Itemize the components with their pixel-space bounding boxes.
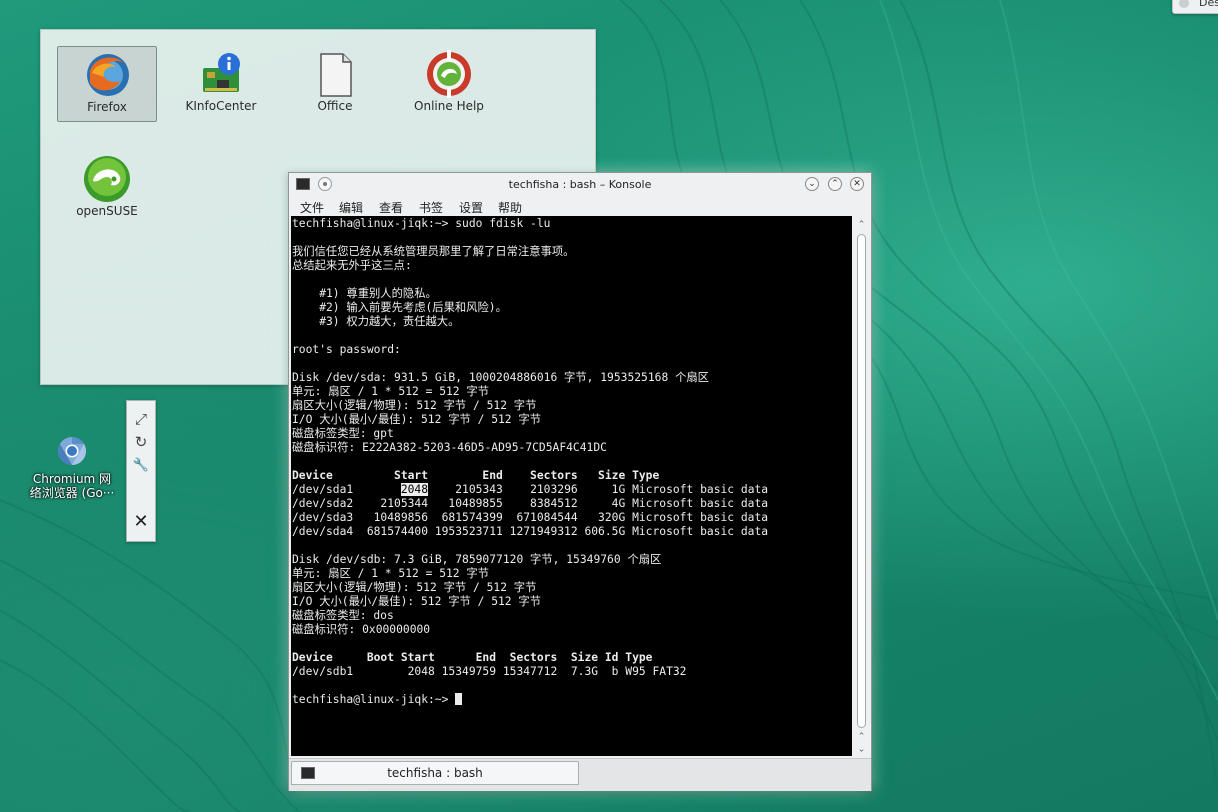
title-bar[interactable]: techfisha : bash – Konsole ⌄ ⌃ ✕ <box>289 173 871 197</box>
selected-text: 2048 <box>400 483 429 496</box>
terminal-output: techfisha@linux-jiqk:~> sudo fdisk -lu 我… <box>292 217 768 707</box>
office-document-icon <box>320 53 352 97</box>
scrollbar-handle[interactable] <box>857 234 866 728</box>
scroll-down-icon[interactable]: ⌃ <box>856 742 867 752</box>
desktop-item-opensuse[interactable]: openSUSE <box>57 151 157 227</box>
opensuse-icon <box>84 156 130 202</box>
konsole-window[interactable]: techfisha : bash – Konsole ⌄ ⌃ ✕ 文件 编辑 查… <box>288 172 872 791</box>
desktop-item-kinfocenter[interactable]: KInfoCenter <box>171 46 271 122</box>
desktop-icon-label: Chromium 网 络浏览器 (Go··· <box>29 472 115 500</box>
command: sudo fdisk -lu <box>455 217 551 230</box>
sda-table-rows: /dev/sda2 2105344 10489855 8384512 4G Mi… <box>292 497 769 538</box>
scroll-down-icon[interactable]: ⌃ <box>856 732 867 742</box>
desktop-widget-partial[interactable]: Des <box>1172 0 1218 14</box>
desktop-item-label: Firefox <box>87 100 127 114</box>
disk-sda-info: Disk /dev/sda: 931.5 GiB, 1000204886016 … <box>292 371 709 454</box>
sudo-lecture: 我们信任您已经从系统管理员那里了解了日常注意事项。 总结起来无外乎这三点: #1… <box>292 245 575 356</box>
menu-bookmarks[interactable]: 书签 <box>419 199 443 216</box>
menu-settings[interactable]: 设置 <box>459 199 483 216</box>
menu-edit[interactable]: 编辑 <box>339 199 363 216</box>
online-help-icon <box>427 50 471 98</box>
desktop-item-label: Office <box>317 99 353 113</box>
sdb-table-rows: /dev/sdb1 2048 15349759 15347712 7.3G b … <box>292 665 687 678</box>
desktop-item-label: openSUSE <box>76 204 138 218</box>
close-icon[interactable]: ✕ <box>130 511 152 533</box>
resize-icon[interactable]: ⤢ <box>130 408 152 430</box>
tab-bar: techfisha : bash <box>289 758 871 791</box>
tab-techfisha-bash[interactable]: techfisha : bash <box>291 761 579 785</box>
desktop-icon-chromium[interactable]: Chromium 网 络浏览器 (Go··· <box>27 436 117 506</box>
disk-sdb-info: Disk /dev/sdb: 7.3 GiB, 7859077120 字节, 1… <box>292 553 662 636</box>
sdb-table-header: Device Boot Start End Sectors Size Id Ty… <box>292 651 653 664</box>
wrench-icon[interactable]: 🔧 <box>130 455 152 477</box>
chromium-icon <box>58 437 86 465</box>
sda1-row: /dev/sda1 2048 2105343 2103296 1G Micros… <box>292 483 769 496</box>
desktop-item-office[interactable]: Office <box>285 46 385 122</box>
rotate-icon[interactable]: ↻ <box>130 431 152 453</box>
minimize-icon[interactable]: ⌄ <box>805 177 819 191</box>
widget-icon <box>1179 0 1189 8</box>
menu-bar: 文件 编辑 查看 书签 设置 帮助 <box>289 197 871 216</box>
desktop-item-label: KInfoCenter <box>185 99 257 113</box>
desktop-item-firefox[interactable]: Firefox <box>57 46 157 122</box>
text-cursor <box>455 693 463 705</box>
prompt: techfisha@linux-jiqk:~> <box>292 217 456 230</box>
tab-label: techfisha : bash <box>387 766 483 780</box>
maximize-icon[interactable]: ⌃ <box>828 177 842 191</box>
menu-view[interactable]: 查看 <box>379 199 403 216</box>
firefox-icon <box>87 54 129 96</box>
widget-label: Des <box>1199 0 1218 9</box>
kinfocenter-icon <box>203 53 240 92</box>
menu-file[interactable]: 文件 <box>300 199 324 216</box>
vertical-scrollbar[interactable]: ⌃ ⌃ ⌃ <box>854 216 869 756</box>
desktop-item-online-help[interactable]: Online Help <box>399 46 499 122</box>
scroll-up-icon[interactable]: ⌃ <box>856 220 867 230</box>
menu-help[interactable]: 帮助 <box>498 199 522 216</box>
widget-toolbox: ⤢ ↻ 🔧 ✕ <box>126 400 156 542</box>
window-title: techfisha : bash – Konsole <box>508 178 652 191</box>
sda-table-header: Device Start End Sectors Size Type <box>292 469 660 482</box>
final-prompt: techfisha@linux-jiqk:~> <box>292 693 456 706</box>
close-icon[interactable]: ✕ <box>850 177 864 191</box>
desktop-item-label: Online Help <box>414 99 484 113</box>
terminal-area[interactable]: techfisha@linux-jiqk:~> sudo fdisk -lu 我… <box>291 216 852 756</box>
